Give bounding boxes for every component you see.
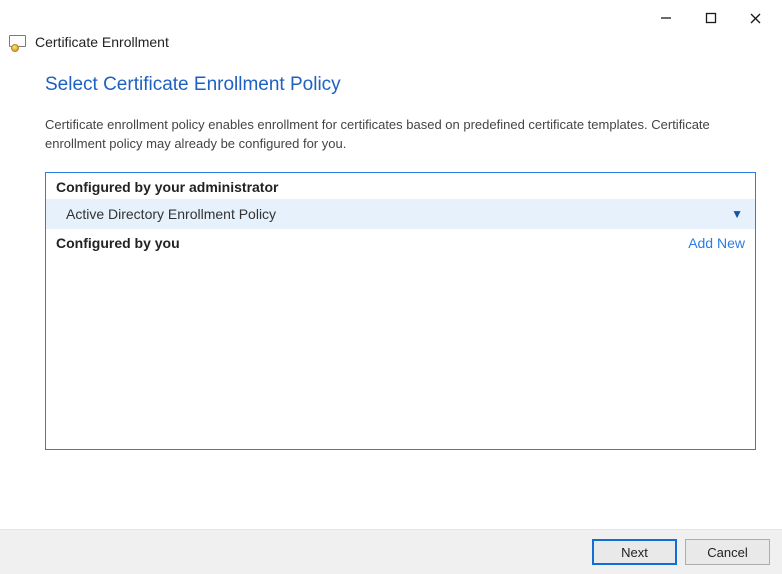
admin-section-header: Configured by your administrator xyxy=(46,173,755,199)
next-button[interactable]: Next xyxy=(592,539,677,565)
maximize-button[interactable] xyxy=(688,4,733,32)
close-button[interactable] xyxy=(733,4,778,32)
user-section-header: Configured by you Add New xyxy=(46,229,755,255)
policy-list-box: Configured by your administrator Active … xyxy=(45,172,756,450)
content-area: Select Certificate Enrollment Policy Cer… xyxy=(0,50,782,450)
add-new-link[interactable]: Add New xyxy=(688,235,745,251)
certificate-icon xyxy=(9,35,27,50)
cancel-button[interactable]: Cancel xyxy=(685,539,770,565)
minimize-button[interactable] xyxy=(643,4,688,32)
page-title: Select Certificate Enrollment Policy xyxy=(45,74,756,96)
policy-item-label: Active Directory Enrollment Policy xyxy=(66,206,276,222)
footer-bar: Next Cancel xyxy=(0,529,782,574)
wizard-header: Certificate Enrollment xyxy=(0,32,782,50)
admin-section-title: Configured by your administrator xyxy=(56,179,278,195)
page-description: Certificate enrollment policy enables en… xyxy=(45,116,756,154)
chevron-down-icon: ▼ xyxy=(731,207,743,221)
window-titlebar xyxy=(0,0,782,32)
wizard-title: Certificate Enrollment xyxy=(35,34,169,50)
policy-item-ad-enrollment[interactable]: Active Directory Enrollment Policy ▼ xyxy=(46,199,755,229)
user-section-title: Configured by you xyxy=(56,235,180,251)
